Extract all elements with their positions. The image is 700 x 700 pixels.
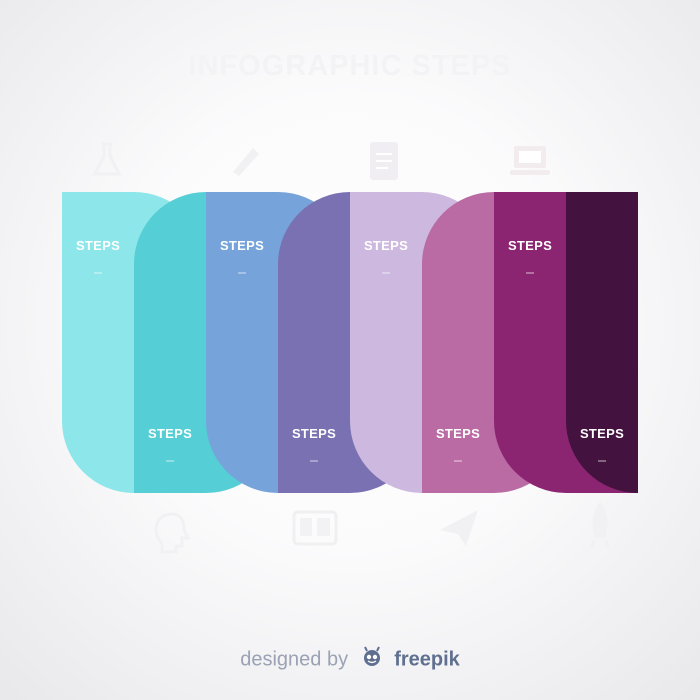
step-placeholder-1	[94, 272, 102, 274]
steps-diagram: STEPS STEPS STEPS STEPS STEPS STEPS STEPS STEPS	[0, 0, 700, 700]
step-placeholder-2	[166, 460, 174, 462]
step-label-1: STEPS	[75, 238, 121, 253]
step-label-7: STEPS	[507, 238, 553, 253]
step-placeholder-5	[382, 272, 390, 274]
step-placeholder-8	[598, 460, 606, 462]
step-label-2: STEPS	[147, 426, 193, 441]
step-label-6: STEPS	[435, 426, 481, 441]
freepik-logo-icon	[360, 646, 384, 674]
step-label-4: STEPS	[291, 426, 337, 441]
step-placeholder-3	[238, 272, 246, 274]
footer-prefix: designed by	[240, 648, 349, 671]
step-placeholder-4	[310, 460, 318, 462]
step-placeholder-6	[454, 460, 462, 462]
footer-credit: designed by freepik	[0, 646, 700, 674]
step-placeholder-7	[526, 272, 534, 274]
footer-brand: freepik	[394, 648, 460, 671]
step-label-3: STEPS	[219, 238, 265, 253]
step-shape-8	[566, 192, 638, 493]
step-label-5: STEPS	[363, 238, 409, 253]
step-label-8: STEPS	[579, 426, 625, 441]
